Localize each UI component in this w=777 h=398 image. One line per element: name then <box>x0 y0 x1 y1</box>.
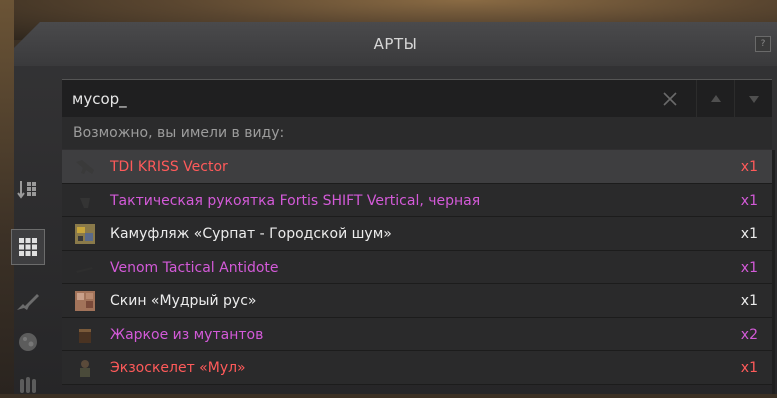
result-name: Venom Tactical Antidote <box>110 259 279 276</box>
next-result-button[interactable] <box>734 80 773 118</box>
window-title: АРТЫ <box>373 35 418 53</box>
exoskeleton-icon <box>74 357 96 379</box>
smg-icon <box>74 156 96 178</box>
ammo-icon <box>20 377 36 393</box>
suggestion-hint: Возможно, вы имели в виду: <box>62 117 772 149</box>
ammo-filter-button[interactable] <box>12 366 44 398</box>
result-row[interactable]: Venom Tactical Antidote x1 <box>62 250 772 284</box>
camo-icon <box>74 223 96 245</box>
weapons-filter-button[interactable] <box>12 286 44 318</box>
result-name: Экзоскелет «Мул» <box>110 360 246 376</box>
grid-view-button[interactable] <box>11 229 45 265</box>
result-quantity: x1 <box>740 159 758 175</box>
result-name: Камуфляж «Сурпат - Городской шум» <box>110 226 392 242</box>
rifle-icon <box>17 294 39 310</box>
search-input[interactable]: мусор_ <box>72 80 127 118</box>
grip-icon <box>74 190 96 212</box>
syringe-icon <box>74 257 96 279</box>
arrow-down-icon <box>749 96 759 103</box>
result-quantity: x1 <box>740 360 758 376</box>
result-name: TDI KRISS Vector <box>110 159 228 175</box>
titlebar: АРТЫ ? <box>14 22 777 66</box>
previous-result-button[interactable] <box>696 80 735 118</box>
result-quantity: x1 <box>740 293 758 309</box>
result-name: Тактическая рукоятка Fortis SHIFT Vertic… <box>110 192 481 209</box>
close-icon <box>663 92 677 106</box>
result-quantity: x2 <box>740 326 758 343</box>
artifacts-filter-button[interactable] <box>12 326 44 358</box>
result-row[interactable]: Камуфляж «Сурпат - Городской шум» x1 <box>62 217 772 251</box>
sort-icon <box>17 181 36 199</box>
artifact-icon <box>19 333 37 351</box>
result-row[interactable]: Скин «Мудрый рус» x1 <box>62 284 772 318</box>
results-list: TDI KRISS Vector x1 Тактическая рукоятка F… <box>62 150 772 385</box>
result-name: Скин «Мудрый рус» <box>110 293 257 309</box>
result-quantity: x1 <box>740 192 758 209</box>
arrow-up-icon <box>711 95 721 102</box>
help-button[interactable]: ? <box>755 36 771 52</box>
result-row[interactable]: Экзоскелет «Мул» x1 <box>62 351 772 385</box>
result-row[interactable]: Жаркое из мутантов x2 <box>62 317 772 351</box>
clear-search-button[interactable] <box>660 89 680 109</box>
result-quantity: x1 <box>740 259 758 276</box>
food-can-icon <box>74 324 96 346</box>
search-field[interactable]: мусор_ <box>62 79 772 119</box>
result-name: Жаркое из мутантов <box>110 326 264 343</box>
result-quantity: x1 <box>740 226 758 242</box>
grid-icon <box>19 238 37 256</box>
skin-icon <box>74 290 96 312</box>
sort-button[interactable] <box>12 173 44 205</box>
result-row[interactable]: TDI KRISS Vector x1 <box>62 150 772 184</box>
results-scrollbar[interactable] <box>772 150 775 394</box>
result-row[interactable]: Тактическая рукоятка Fortis SHIFT Vertic… <box>62 183 772 217</box>
